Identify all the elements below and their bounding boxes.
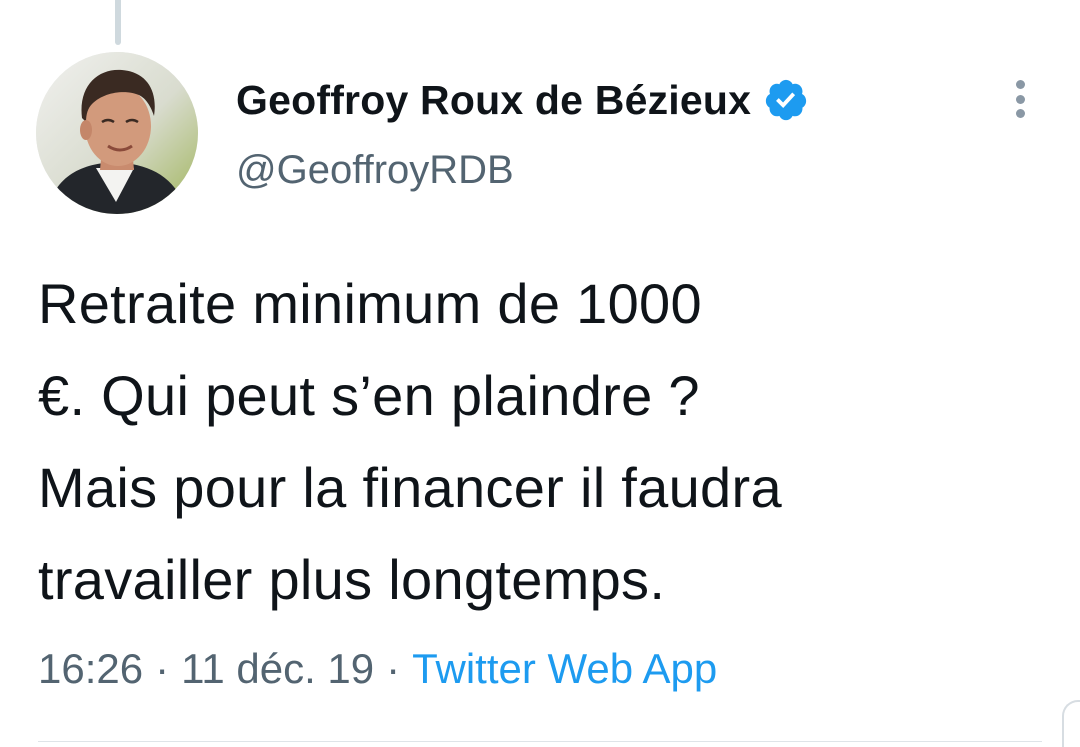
meta-separator: · bbox=[155, 645, 170, 692]
author-display-name[interactable]: Geoffroy Roux de Bézieux bbox=[236, 77, 751, 124]
tweet-text-line: €. Qui peut s’en plaindre ? bbox=[38, 364, 700, 427]
more-dot bbox=[1015, 80, 1025, 89]
avatar-photo bbox=[36, 52, 198, 214]
author-handle[interactable]: @GeoffroyRDB bbox=[236, 148, 514, 193]
tweet-time[interactable]: 16:26 bbox=[38, 645, 143, 693]
tweet-source-link[interactable]: Twitter Web App bbox=[412, 645, 717, 693]
tweet-text-line: travailler plus longtemps. bbox=[38, 548, 666, 611]
avatar[interactable] bbox=[36, 52, 198, 214]
more-dot bbox=[1015, 109, 1025, 118]
divider bbox=[38, 741, 1042, 742]
more-dot bbox=[1015, 94, 1025, 104]
author-name-row: Geoffroy Roux de Bézieux bbox=[236, 70, 809, 130]
meta-separator: · bbox=[386, 645, 401, 692]
verified-badge-icon bbox=[763, 77, 809, 123]
tweet-detail: Geoffroy Roux de Bézieux @GeoffroyRDB Re… bbox=[0, 0, 1080, 747]
tweet-meta: 16:26 · 11 déc. 19 · Twitter Web App bbox=[38, 645, 717, 693]
tweet-text-line: Retraite minimum de 1000 bbox=[38, 272, 702, 335]
tweet-text: Retraite minimum de 1000 €. Qui peut s’e… bbox=[38, 258, 1048, 626]
tweet-date[interactable]: 11 déc. 19 bbox=[181, 645, 374, 693]
more-vertical-icon[interactable] bbox=[1003, 76, 1037, 122]
thread-connector-line bbox=[115, 0, 121, 45]
tweet-text-line: Mais pour la financer il faudra bbox=[38, 456, 782, 519]
corner-edge bbox=[1062, 700, 1080, 747]
